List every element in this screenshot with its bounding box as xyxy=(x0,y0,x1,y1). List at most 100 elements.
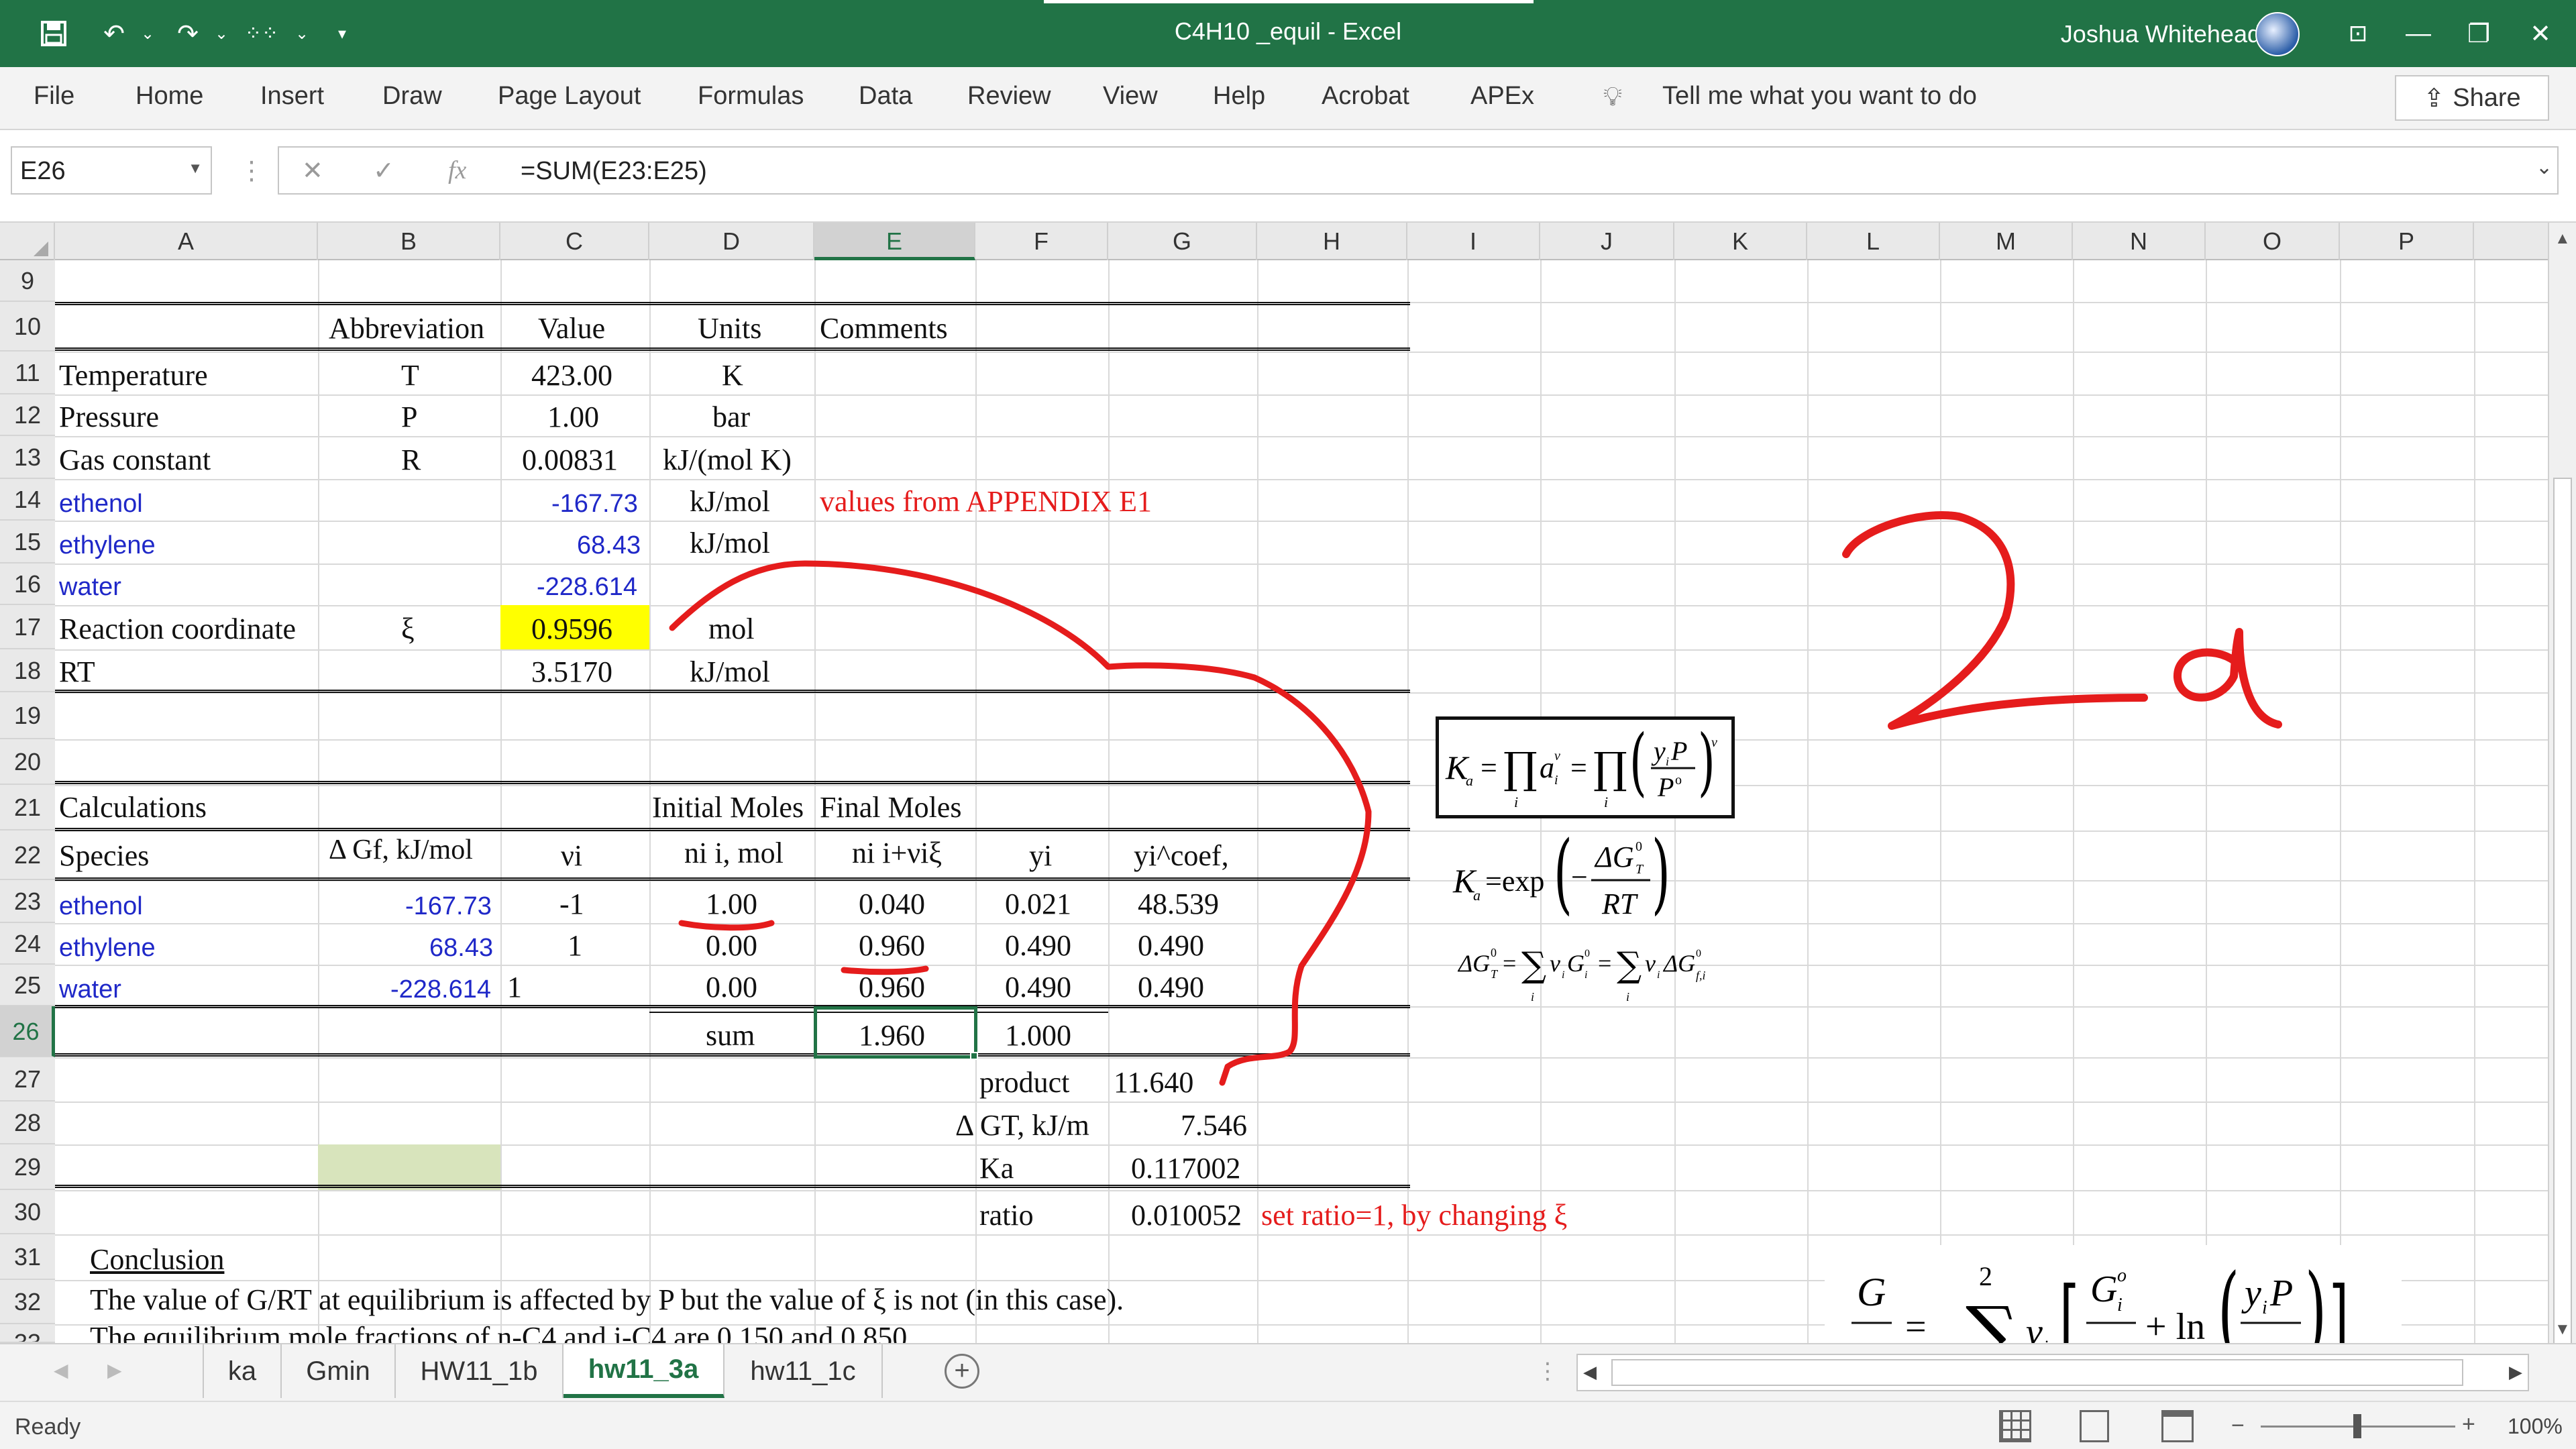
cell-b11[interactable]: T xyxy=(401,361,419,390)
tab-home[interactable]: Home xyxy=(136,82,203,111)
cell-a12[interactable]: Pressure xyxy=(59,402,159,432)
cell-c25[interactable]: 1 xyxy=(507,973,522,1002)
column-header[interactable]: N xyxy=(2073,223,2206,260)
row-header[interactable]: 12 xyxy=(0,394,55,436)
cell-a18[interactable]: RT xyxy=(59,657,95,687)
add-sheet-icon[interactable]: + xyxy=(945,1354,979,1389)
restore-icon[interactable]: ❐ xyxy=(2455,13,2502,54)
fill-handle[interactable] xyxy=(970,1052,978,1060)
cell-f27[interactable]: product xyxy=(979,1068,1069,1097)
row-header[interactable]: 16 xyxy=(0,564,55,605)
cell-c15[interactable]: 68.43 xyxy=(577,533,641,558)
column-header[interactable]: J xyxy=(1540,223,1674,260)
row-header[interactable]: 29 xyxy=(0,1144,55,1190)
cell-b13[interactable]: R xyxy=(401,445,421,475)
sheet-tab[interactable]: hw11_1c xyxy=(724,1344,883,1398)
ka-product-equation[interactable]: K a = ∏ i a i ν = ∏ i ( y i P P o ) ν xyxy=(1436,716,1735,818)
cell-f25[interactable]: 0.490 xyxy=(1005,973,1071,1002)
cell-e22[interactable]: ni i+νiξ xyxy=(852,839,942,868)
conclusion-line-2[interactable]: The equilibrium mole fractions of n-C4 a… xyxy=(90,1323,914,1343)
prev-sheet-icon[interactable]: ◀ xyxy=(54,1359,68,1381)
share-button[interactable]: ⇪ Share xyxy=(2395,75,2549,121)
column-header[interactable]: F xyxy=(975,223,1108,260)
cell-b10[interactable]: Abbreviation xyxy=(329,314,484,343)
cell-d12[interactable]: bar xyxy=(712,402,750,432)
cell-f24[interactable]: 0.490 xyxy=(1005,931,1071,961)
cell-f23[interactable]: 0.021 xyxy=(1005,890,1071,919)
scroll-left-icon[interactable]: ◀ xyxy=(1583,1362,1597,1383)
cell-d18[interactable]: kJ/mol xyxy=(690,657,770,687)
cell-a17[interactable]: Reaction coordinate xyxy=(59,614,296,644)
cell-g24[interactable]: 0.490 xyxy=(1138,931,1204,961)
cell-e23[interactable]: 0.040 xyxy=(859,890,925,919)
cell-f22[interactable]: yi xyxy=(1029,841,1052,871)
cell-c14[interactable]: -167.73 xyxy=(551,491,638,517)
zoom-slider-handle[interactable] xyxy=(2353,1414,2361,1438)
cell-d17[interactable]: mol xyxy=(708,614,754,644)
cell-c22[interactable]: νi xyxy=(561,841,582,871)
cell-e25[interactable]: 0.960 xyxy=(859,973,925,1002)
row-header[interactable]: 19 xyxy=(0,692,55,739)
row-header[interactable]: 17 xyxy=(0,605,55,649)
cell-b12[interactable]: P xyxy=(401,402,417,432)
sheet-tab[interactable]: Gmin xyxy=(282,1344,396,1398)
tab-acrobat[interactable]: Acrobat xyxy=(1322,82,1409,111)
row-header[interactable]: 23 xyxy=(0,880,55,923)
cell-b22[interactable]: Δ Gf, kJ/mol xyxy=(329,836,473,864)
scroll-thumb[interactable] xyxy=(2553,478,2572,1350)
cell-c18[interactable]: 3.5170 xyxy=(531,657,612,687)
next-sheet-icon[interactable]: ▶ xyxy=(107,1359,122,1381)
page-break-view-icon[interactable] xyxy=(2161,1410,2194,1442)
row-header[interactable]: 32 xyxy=(0,1280,55,1324)
name-box[interactable]: E26 ▼ xyxy=(11,146,212,195)
row-header[interactable]: 15 xyxy=(0,521,55,564)
chevron-down-icon[interactable]: ▼ xyxy=(188,160,203,177)
cell-f30[interactable]: ratio xyxy=(979,1201,1034,1230)
cell-d10[interactable]: Units xyxy=(698,314,761,343)
cell-b25[interactable]: -228.614 xyxy=(390,977,491,1002)
formula-input[interactable]: =SUM(E23:E25) xyxy=(278,146,2559,195)
cell-c24[interactable]: 1 xyxy=(568,931,582,961)
row-header[interactable]: 27 xyxy=(0,1057,55,1102)
horizontal-scrollbar[interactable]: ◀ ▶ xyxy=(1576,1354,2529,1391)
scroll-down-icon[interactable]: ▼ xyxy=(2555,1320,2571,1339)
sheet-tab-active[interactable]: hw11_3a xyxy=(564,1344,724,1398)
normal-view-icon[interactable] xyxy=(1999,1410,2031,1442)
cell-a22[interactable]: Species xyxy=(59,841,149,871)
sheet-tab[interactable]: HW11_1b xyxy=(396,1344,564,1398)
column-header[interactable]: I xyxy=(1407,223,1540,260)
row-header-selected[interactable]: 26 xyxy=(0,1006,55,1057)
cell-e10[interactable]: Comments xyxy=(820,314,948,343)
column-header[interactable]: A xyxy=(55,223,318,260)
close-icon[interactable]: ✕ xyxy=(2517,13,2564,54)
sheet-tab[interactable]: ka xyxy=(203,1344,282,1398)
ribbon-display-options-icon[interactable]: ⊡ xyxy=(2334,13,2381,54)
cell-a11[interactable]: Temperature xyxy=(59,361,208,390)
row-header[interactable]: 30 xyxy=(0,1190,55,1234)
column-header[interactable]: L xyxy=(1807,223,1940,260)
row-header[interactable]: 20 xyxy=(0,739,55,785)
cell-b24[interactable]: 68.43 xyxy=(429,935,493,961)
row-header[interactable]: 18 xyxy=(0,649,55,692)
cell-c10[interactable]: Value xyxy=(538,314,605,343)
g-rt-equation[interactable]: G = 2 ∑ ν i [ G i o + ln ( y i P ) ] xyxy=(1825,1245,2402,1343)
tab-page-layout[interactable]: Page Layout xyxy=(498,82,641,111)
row-header[interactable]: 21 xyxy=(0,785,55,830)
column-header[interactable]: P xyxy=(2340,223,2474,260)
cell-e24[interactable]: 0.960 xyxy=(859,931,925,961)
cell-a15[interactable]: ethylene xyxy=(59,533,156,558)
cell-b23[interactable]: -167.73 xyxy=(405,894,492,919)
expand-formula-bar-icon[interactable]: ⌄ xyxy=(2536,156,2553,179)
conclusion-line-1[interactable]: The value of G/RT at equilibrium is affe… xyxy=(90,1285,1124,1315)
tab-view[interactable]: View xyxy=(1103,82,1158,111)
column-header[interactable]: B xyxy=(318,223,500,260)
cell-g22[interactable]: yi^coef, xyxy=(1134,841,1229,871)
cell-g25[interactable]: 0.490 xyxy=(1138,973,1204,1002)
green-cell-b29[interactable] xyxy=(318,1144,500,1190)
scroll-right-icon[interactable]: ▶ xyxy=(2509,1362,2522,1383)
cell-d26[interactable]: sum xyxy=(706,1021,755,1051)
cell-e21[interactable]: Final Moles xyxy=(820,793,961,822)
tab-help[interactable]: Help xyxy=(1213,82,1265,111)
tab-draw[interactable]: Draw xyxy=(382,82,442,111)
row-header[interactable]: 11 xyxy=(0,352,55,394)
